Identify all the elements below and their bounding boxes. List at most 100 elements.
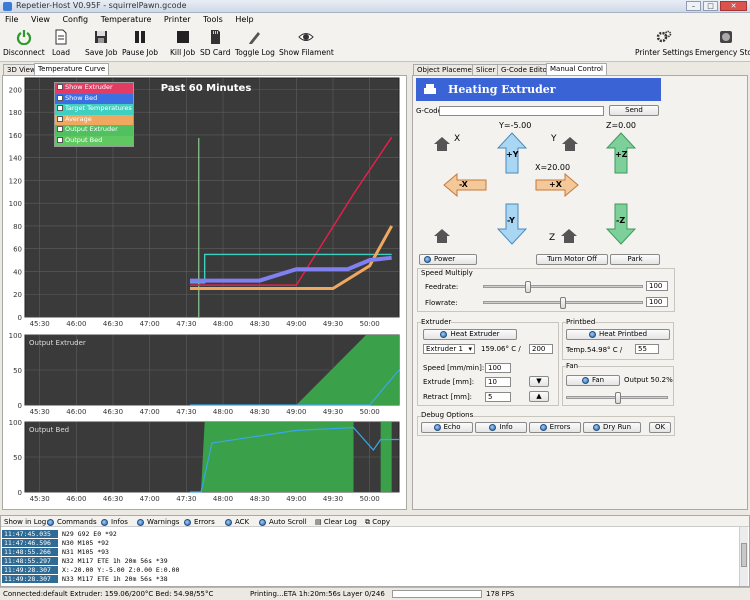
- connection-status: Connected:default: [3, 590, 68, 598]
- extrude-input[interactable]: 10: [485, 377, 511, 387]
- legend-output-bed[interactable]: Output Bed: [55, 135, 133, 146]
- tab-temperature-curve[interactable]: Temperature Curve: [34, 63, 110, 75]
- tab-slicer[interactable]: Slicer: [472, 64, 500, 75]
- maximize-button[interactable]: □: [703, 1, 718, 11]
- y-tick-label: 100: [9, 419, 22, 427]
- checkbox-icon: [57, 105, 63, 111]
- extrude-button[interactable]: ▼: [529, 376, 549, 387]
- y-tick-label: 100: [9, 332, 22, 340]
- x-tick-label: 48:00: [213, 408, 233, 416]
- x-tick-label: 49:30: [323, 495, 343, 503]
- home-x-icon[interactable]: [433, 136, 451, 152]
- fan-button[interactable]: Fan: [566, 375, 620, 386]
- home-y-icon[interactable]: [561, 136, 579, 152]
- feedrate-slider-thumb[interactable]: [525, 281, 531, 293]
- flowrate-slider-thumb[interactable]: [560, 297, 566, 309]
- power-button[interactable]: Power: [419, 254, 477, 265]
- park-button[interactable]: Park: [610, 254, 660, 265]
- log-infos-toggle[interactable]: Infos: [101, 518, 128, 526]
- send-button[interactable]: Send: [609, 105, 659, 116]
- errors-button[interactable]: Errors: [529, 422, 581, 433]
- log-clear-button[interactable]: ▤ Clear Log: [315, 518, 357, 526]
- extruder-select[interactable]: Extruder 1 ▾: [423, 344, 475, 354]
- y-tick-label: 80: [13, 223, 22, 231]
- retract-button[interactable]: ▲: [529, 391, 549, 402]
- fan-slider-thumb[interactable]: [615, 392, 621, 404]
- heat-extruder-button[interactable]: Heat Extruder: [423, 329, 517, 340]
- checkbox-icon: [57, 136, 63, 143]
- retract-label: Retract [mm]:: [423, 393, 473, 401]
- toggle-log-button[interactable]: Toggle Log: [235, 29, 275, 57]
- x-tick-label: 48:30: [250, 495, 270, 503]
- minus-z-button[interactable]: -Z: [605, 203, 637, 245]
- extruder-target-input[interactable]: 200: [529, 344, 553, 354]
- minus-y-button[interactable]: -Y: [496, 203, 528, 245]
- x-tick-label: 50:00: [360, 495, 380, 503]
- feedrate-input[interactable]: 100: [646, 281, 668, 291]
- save-job-button[interactable]: Save Job: [85, 29, 117, 57]
- menu-config[interactable]: Config: [57, 13, 93, 26]
- info-button[interactable]: Info: [475, 422, 527, 433]
- log-scrollbar[interactable]: [739, 527, 748, 586]
- x-tick-label: 49:30: [323, 320, 343, 328]
- chart-title: Past 60 Minutes: [161, 83, 252, 94]
- x-tick-label: 46:00: [66, 495, 86, 503]
- close-button[interactable]: ✕: [720, 1, 747, 11]
- flowrate-input[interactable]: 100: [646, 297, 668, 307]
- status-bar: Connected:default Extruder: 159.06/200°C…: [0, 587, 750, 600]
- disconnect-button[interactable]: Disconnect: [3, 29, 45, 57]
- plus-y-button[interactable]: +Y: [496, 132, 528, 174]
- legend-average[interactable]: Average: [55, 114, 133, 125]
- menu-printer[interactable]: Printer: [159, 13, 196, 26]
- log-ack-toggle[interactable]: ACK: [225, 518, 249, 526]
- legend-show-extruder[interactable]: Show Extruder: [55, 83, 133, 94]
- home-all-icon[interactable]: [433, 228, 451, 244]
- bed-target-input[interactable]: 55: [635, 344, 659, 354]
- chart-legend: Show Extruder Show Bed Target Temperatur…: [54, 82, 134, 147]
- plus-x-button[interactable]: +X: [535, 172, 579, 198]
- tab-manual-control[interactable]: Manual Control: [546, 63, 607, 75]
- x-tick-label: 50:00: [360, 320, 380, 328]
- minus-x-button[interactable]: -X: [443, 172, 487, 198]
- led-icon: [137, 518, 144, 526]
- feedrate-slider[interactable]: [483, 285, 643, 288]
- heat-printbed-button[interactable]: Heat Printbed: [566, 329, 670, 340]
- emergency-stop-button[interactable]: Emergency Stop: [695, 29, 750, 57]
- log-commands-toggle[interactable]: Commands: [47, 518, 97, 526]
- led-icon: [424, 255, 431, 263]
- log-copy-button[interactable]: ⧉ Copy: [365, 518, 390, 527]
- dry-run-button[interactable]: Dry Run: [583, 422, 641, 433]
- menu-tools[interactable]: Tools: [198, 13, 228, 26]
- ok-button[interactable]: OK: [649, 422, 671, 433]
- legend-show-bed[interactable]: Show Bed: [55, 93, 133, 104]
- show-filament-button[interactable]: Show Filament: [279, 29, 334, 57]
- turn-motor-off-button[interactable]: Turn Motor Off: [536, 254, 608, 265]
- retract-input[interactable]: 5: [485, 392, 511, 402]
- plus-z-button[interactable]: +Z: [605, 132, 637, 174]
- sd-card-button[interactable]: SD Card: [200, 29, 230, 57]
- gcode-input[interactable]: [439, 106, 604, 116]
- printer-icon: [424, 84, 436, 94]
- y-tick-label: 40: [13, 268, 22, 276]
- menu-view[interactable]: View: [26, 13, 55, 26]
- legend-target-temperatures[interactable]: Target Temperatures: [55, 104, 133, 115]
- log-errors-toggle[interactable]: Errors: [184, 518, 215, 526]
- menu-help[interactable]: Help: [230, 13, 258, 26]
- kill-job-button[interactable]: Kill Job: [170, 29, 195, 57]
- output-bed-fill: [201, 422, 354, 492]
- show-in-log-label: Show in Log:: [4, 518, 49, 526]
- printer-settings-button[interactable]: Printer Settings: [635, 29, 693, 57]
- load-button[interactable]: Load: [52, 29, 70, 57]
- menu-file[interactable]: File: [0, 13, 23, 26]
- echo-button[interactable]: Echo: [421, 422, 473, 433]
- log-scrollbar-thumb[interactable]: [741, 543, 747, 567]
- log-warnings-toggle[interactable]: Warnings: [137, 518, 179, 526]
- legend-output-extruder[interactable]: Output Extruder: [55, 125, 133, 136]
- menu-temperature[interactable]: Temperature: [96, 13, 157, 26]
- home-z-icon[interactable]: [560, 228, 578, 244]
- pause-job-button[interactable]: Pause Job: [122, 29, 158, 57]
- stop-icon: [176, 31, 189, 43]
- log-auto-scroll-toggle[interactable]: Auto Scroll: [259, 518, 307, 526]
- minimize-button[interactable]: –: [686, 1, 701, 11]
- speed-input[interactable]: 100: [485, 363, 511, 373]
